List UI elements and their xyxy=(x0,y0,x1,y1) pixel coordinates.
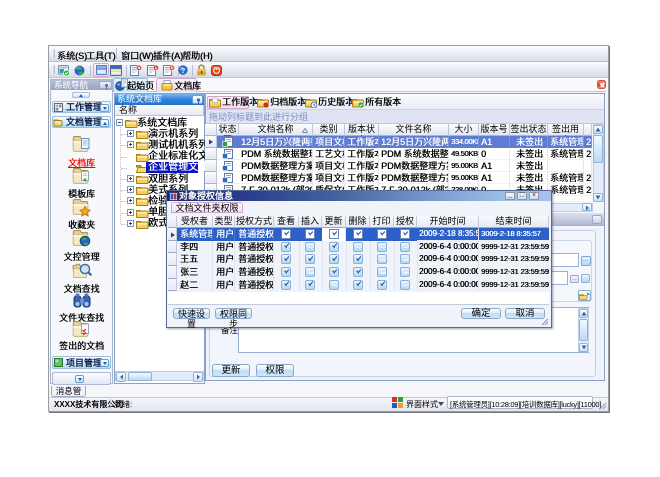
svg-text:?: ? xyxy=(181,66,186,75)
